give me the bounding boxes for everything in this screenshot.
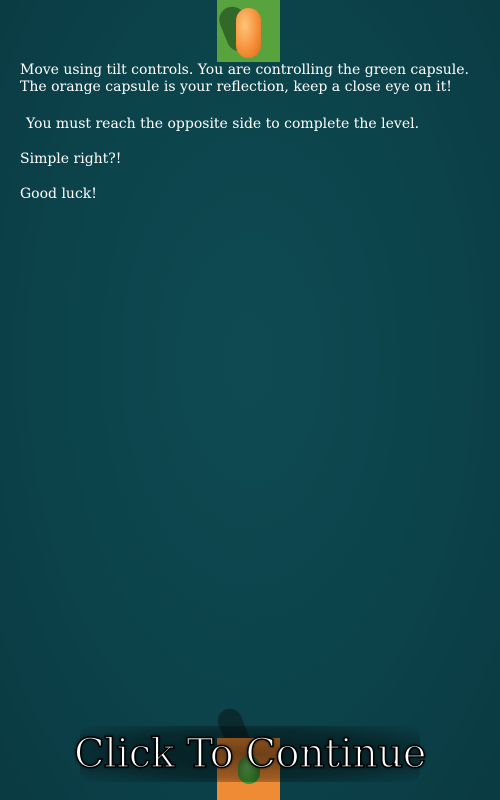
continue-button[interactable]: Click To Continue <box>73 726 427 782</box>
instruction-move: Move using tilt controls. You are contro… <box>20 62 469 95</box>
reflection-capsule <box>236 8 261 58</box>
instruction-luck: Good luck! <box>20 186 97 202</box>
instruction-reach: You must reach the opposite side to comp… <box>26 116 420 132</box>
instruction-simple: Simple right?! <box>20 151 122 167</box>
top-goal-zone <box>217 0 280 62</box>
